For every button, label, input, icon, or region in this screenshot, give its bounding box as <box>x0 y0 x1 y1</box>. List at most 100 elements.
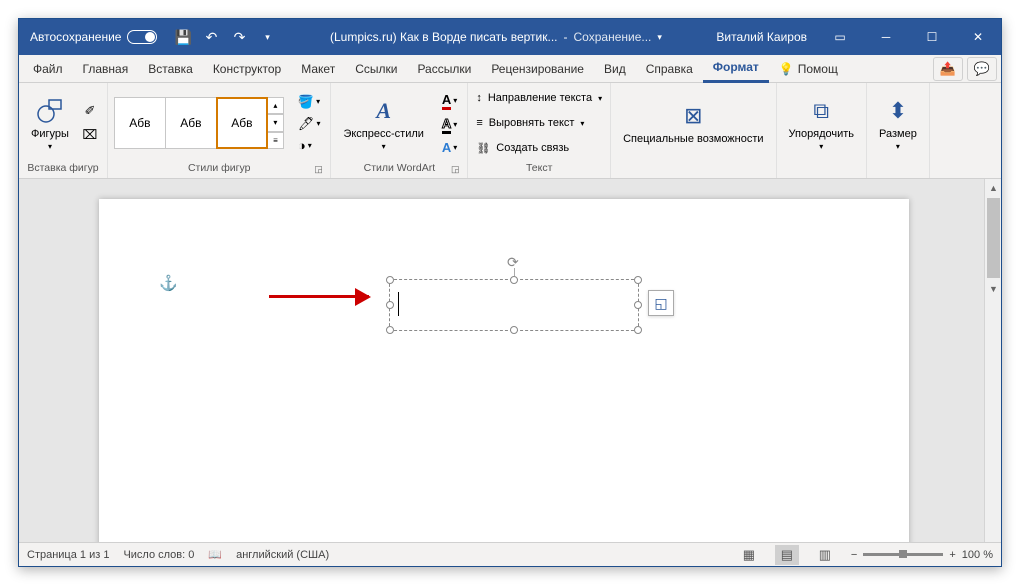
text-outline-button[interactable]: A▾ <box>438 114 461 136</box>
user-name[interactable]: Виталий Каиров <box>706 30 817 44</box>
tab-home[interactable]: Главная <box>73 56 139 82</box>
group-accessibility: ⊠ Специальные возможности <box>611 83 776 178</box>
zoom-in-button[interactable]: + <box>949 549 955 561</box>
tab-insert[interactable]: Вставка <box>138 56 203 82</box>
style-more-icon[interactable]: ≡ <box>268 132 284 149</box>
shape-effects-button[interactable]: ◑▾ <box>294 136 325 155</box>
lightbulb-icon: 💡 <box>779 62 794 76</box>
zoom-control: − + 100 % <box>851 549 993 561</box>
tab-review[interactable]: Рецензирование <box>481 56 594 82</box>
close-button[interactable]: ✕ <box>955 19 1001 55</box>
word-window: Автосохранение 💾 ↶ ↷ ▾ (Lumpics.ru) Как … <box>18 18 1002 567</box>
resize-handle[interactable] <box>510 276 518 284</box>
minimize-button[interactable]: ─ <box>863 19 909 55</box>
titlebar: Автосохранение 💾 ↶ ↷ ▾ (Lumpics.ru) Как … <box>19 19 1001 55</box>
redo-icon[interactable]: ↷ <box>227 25 251 49</box>
style-up-icon[interactable]: ▴ <box>268 97 284 114</box>
document-area[interactable]: ⚓ ⟳ ◱ ▲ ▼ <box>19 179 1001 542</box>
effects-icon: ◑ <box>298 138 306 153</box>
page-count[interactable]: Страница 1 из 1 <box>27 549 109 561</box>
tab-format[interactable]: Формат <box>703 55 769 83</box>
style-down-icon[interactable]: ▾ <box>268 114 284 131</box>
anchor-icon: ⚓ <box>159 274 178 292</box>
autosave-toggle[interactable]: Автосохранение <box>22 30 165 44</box>
edit-shape-icon[interactable]: ✐ <box>79 100 101 122</box>
shape-fill-button[interactable]: 🪣▾ <box>294 92 325 112</box>
size-button[interactable]: ⬍ Размер ▾ <box>873 86 923 160</box>
word-count[interactable]: Число слов: 0 <box>123 549 194 561</box>
zoom-level[interactable]: 100 % <box>962 549 993 561</box>
page[interactable]: ⚓ ⟳ ◱ <box>99 199 909 542</box>
arrange-icon: ⧉ <box>805 95 837 127</box>
scrollbar-thumb[interactable] <box>987 198 1000 278</box>
group-label-text: Текст <box>474 160 604 176</box>
zoom-out-button[interactable]: − <box>851 549 857 561</box>
create-link-button[interactable]: ⛓Создать связь <box>474 137 604 159</box>
qat-dropdown-icon[interactable]: ▾ <box>255 25 279 49</box>
shape-style-3[interactable]: Абв <box>216 97 268 149</box>
text-box-shape[interactable]: ⟳ ◱ <box>389 279 639 331</box>
text-fill-button[interactable]: A▾ <box>438 90 461 112</box>
text-direction-button[interactable]: ↕Направление текста ▾ <box>474 87 604 109</box>
align-text-button[interactable]: ≡Выровнять текст ▾ <box>474 112 604 134</box>
resize-handle[interactable] <box>634 276 642 284</box>
group-label-wordart: Стили WordArt <box>364 162 435 174</box>
shape-style-1[interactable]: Абв <box>114 97 166 149</box>
share-button[interactable]: 📤 <box>933 57 963 81</box>
comments-button[interactable]: 💬 <box>967 57 997 81</box>
document-title: (Lumpics.ru) Как в Ворде писать вертик..… <box>330 30 558 44</box>
wordart-styles-button[interactable]: A Экспресс-стили ▾ <box>337 86 429 160</box>
tab-layout[interactable]: Макет <box>291 56 345 82</box>
shape-outline-button[interactable]: 🖊▾ <box>294 114 325 134</box>
text-effects-button[interactable]: A▾ <box>438 138 461 157</box>
arrange-button[interactable]: ⧉ Упорядочить ▾ <box>783 86 860 160</box>
tab-mailings[interactable]: Рассылки <box>407 56 481 82</box>
tab-references[interactable]: Ссылки <box>345 56 407 82</box>
align-text-icon: ≡ <box>476 117 482 129</box>
resize-handle[interactable] <box>386 276 394 284</box>
text-box-icon[interactable]: ⌧ <box>79 124 101 146</box>
read-mode-button[interactable]: ▦ <box>737 545 761 565</box>
resize-handle[interactable] <box>634 301 642 309</box>
tab-file[interactable]: Файл <box>23 56 73 82</box>
search-help[interactable]: 💡Помощ <box>769 56 848 82</box>
link-icon: ⛓ <box>476 142 490 155</box>
tab-help[interactable]: Справка <box>636 56 703 82</box>
dialog-launcher-icon[interactable]: ◲ <box>449 164 461 176</box>
scroll-up-icon[interactable]: ▲ <box>985 179 1001 196</box>
wordart-icon: A <box>368 95 400 127</box>
text-direction-icon: ↕ <box>476 92 482 104</box>
shape-style-2[interactable]: Абв <box>165 97 217 149</box>
layout-options-button[interactable]: ◱ <box>648 290 674 316</box>
tab-view[interactable]: Вид <box>594 56 636 82</box>
resize-handle[interactable] <box>386 326 394 334</box>
maximize-button[interactable]: ☐ <box>909 19 955 55</box>
accessibility-button[interactable]: ⊠ Специальные возможности <box>617 86 769 160</box>
ribbon-options-icon[interactable]: ▭ <box>817 19 863 55</box>
statusbar: Страница 1 из 1 Число слов: 0 📖 английск… <box>19 542 1001 566</box>
scroll-down-icon[interactable]: ▼ <box>985 280 1001 297</box>
quick-access-toolbar: 💾 ↶ ↷ ▾ <box>165 25 285 49</box>
spellcheck-icon[interactable]: 📖 <box>208 548 222 561</box>
ribbon-tabs: Файл Главная Вставка Конструктор Макет С… <box>19 55 1001 83</box>
vertical-scrollbar[interactable]: ▲ ▼ <box>984 179 1001 542</box>
tab-design[interactable]: Конструктор <box>203 56 291 82</box>
autosave-label: Автосохранение <box>30 30 121 44</box>
pen-icon: 🖊 <box>298 116 315 132</box>
toggle-switch-icon <box>127 30 157 44</box>
resize-handle[interactable] <box>634 326 642 334</box>
language-status[interactable]: английский (США) <box>236 549 329 561</box>
zoom-slider[interactable] <box>863 553 943 556</box>
shapes-button[interactable]: Фигуры ▾ <box>25 86 75 160</box>
resize-handle[interactable] <box>510 326 518 334</box>
style-gallery-nav: ▴ ▾ ≡ <box>268 97 284 149</box>
dialog-launcher-icon[interactable]: ◲ <box>312 164 324 176</box>
resize-handle[interactable] <box>386 301 394 309</box>
save-icon[interactable]: 💾 <box>171 25 195 49</box>
web-layout-button[interactable]: ▥ <box>813 545 837 565</box>
print-layout-button[interactable]: ▤ <box>775 545 799 565</box>
group-arrange: ⧉ Упорядочить ▾ <box>777 83 867 178</box>
undo-icon[interactable]: ↶ <box>199 25 223 49</box>
ribbon: Фигуры ▾ ✐ ⌧ Вставка фигур Абв Абв Абв ▴… <box>19 83 1001 179</box>
rotate-handle-icon[interactable]: ⟳ <box>507 254 521 268</box>
